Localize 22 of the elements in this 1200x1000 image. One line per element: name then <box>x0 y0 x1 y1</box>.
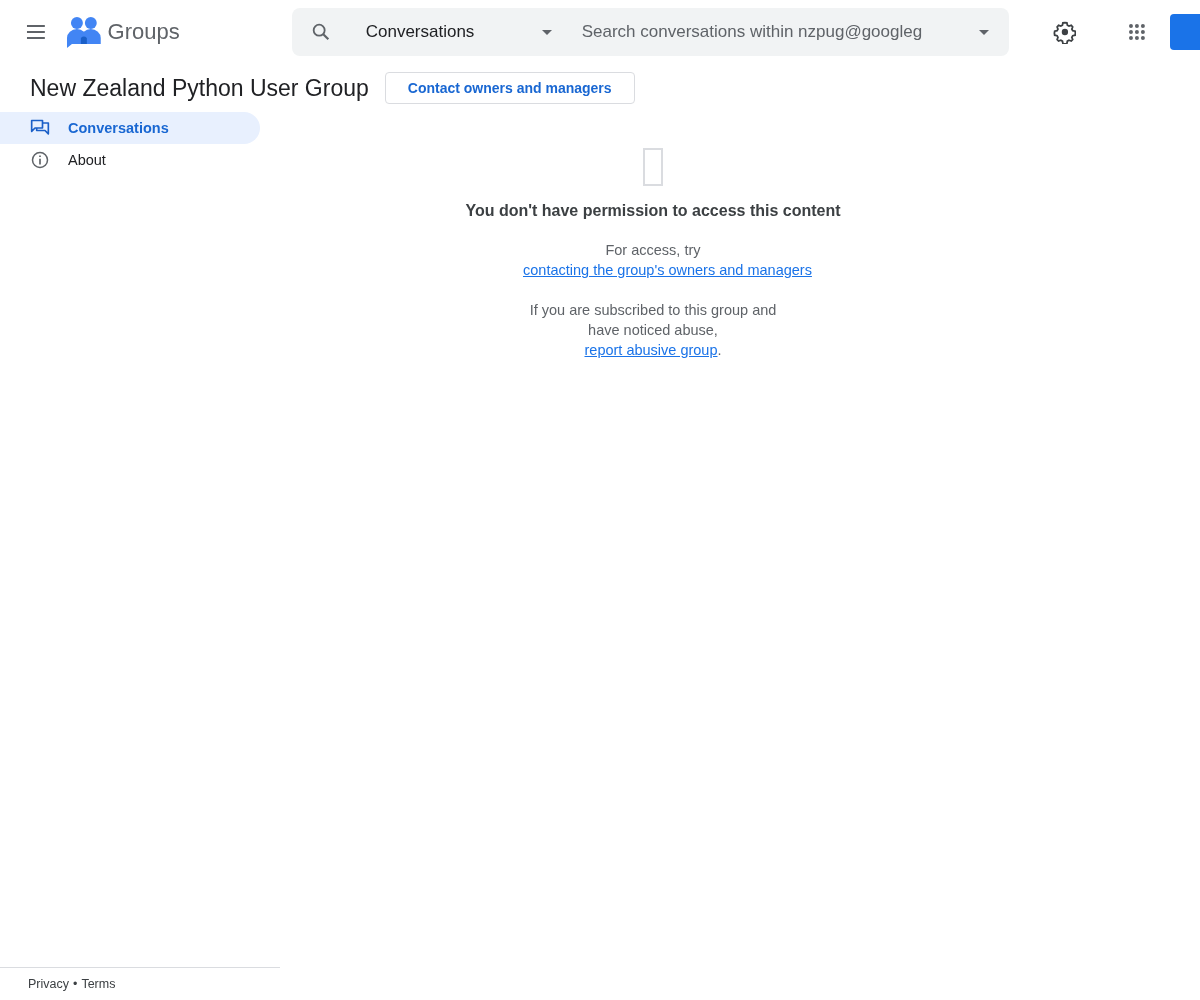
app-name[interactable]: Groups <box>107 19 180 45</box>
permission-message: You don't have permission to access this content <box>465 202 841 220</box>
help-paragraph: If you are subscribed to this group and have noticed abuse, report abusive group. <box>528 301 778 360</box>
chat-bubbles-icon <box>30 118 50 138</box>
help-link[interactable]: report abusive group <box>584 342 718 358</box>
sidebar-item[interactable]: Conversations <box>0 112 260 144</box>
apps-grid-icon[interactable] <box>1128 23 1147 41</box>
people-logo-icon[interactable] <box>65 16 102 48</box>
caret-icon[interactable] <box>978 29 989 35</box>
footer-link[interactable]: Terms <box>81 977 116 991</box>
scope-dropdown[interactable]: Conversations <box>365 22 552 42</box>
group-title: New Zealand Python User Group <box>30 74 369 102</box>
sidebar-item[interactable]: About <box>0 144 260 176</box>
info-icon <box>30 150 50 170</box>
search-field[interactable]: Search conversations within nzpug@googleg <box>581 22 969 42</box>
help-link[interactable]: contacting the group's owners and managers <box>523 262 812 278</box>
contact-button[interactable]: Contact owners and managers <box>384 72 635 104</box>
caret-icon <box>541 29 552 35</box>
footer-link[interactable]: Privacy <box>28 977 69 991</box>
empty-rectangle-icon <box>643 148 663 186</box>
settings-icon[interactable] <box>1052 20 1077 44</box>
separator-dot: • <box>73 977 78 991</box>
